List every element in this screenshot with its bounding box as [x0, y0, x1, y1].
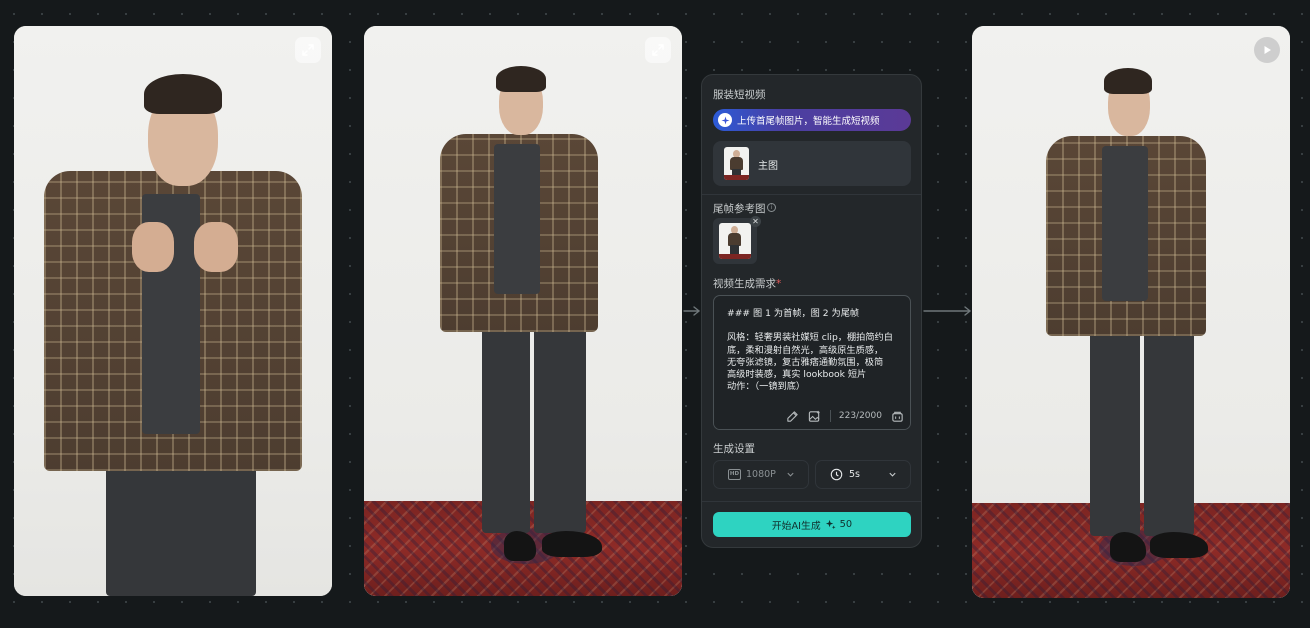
duration-value: 5s — [849, 469, 860, 480]
upload-hint-pill[interactable]: 上传首尾帧图片，智能生成短视频 — [713, 109, 911, 131]
clock-icon — [830, 468, 843, 481]
main-image-thumbnail — [724, 147, 749, 180]
generate-label: 开始AI生成 — [771, 520, 821, 532]
video-requirement-label: 视频生成需求* — [713, 276, 781, 291]
generated-video-card[interactable] — [972, 26, 1290, 598]
output-connector-arrow — [923, 306, 972, 316]
prompt-line: ### 图 1 为首帧，图 2 为尾帧 — [727, 308, 860, 319]
remove-reference-button[interactable]: ✕ — [750, 216, 761, 227]
sparkle-icon — [825, 519, 836, 530]
end-frame-label: 尾帧参考图 — [713, 203, 766, 215]
generation-settings-label: 生成设置 — [713, 443, 755, 455]
prompt-line: 高级时装感，真实 lookbook 短片 — [727, 369, 867, 380]
duration-select[interactable]: 5s — [815, 460, 911, 489]
start-ai-generate-button[interactable]: 开始AI生成 50 — [713, 512, 911, 537]
upload-hint-text: 上传首尾帧图片，智能生成短视频 — [737, 116, 880, 127]
hd-badge-icon: HD — [728, 469, 741, 480]
video-requirement-text: 视频生成需求 — [713, 278, 776, 290]
prompt-line: 底，柔和漫射自然光，高级原生质感， — [727, 344, 884, 356]
chevron-down-icon — [787, 472, 794, 477]
video-generation-panel: 服装短视频 上传首尾帧图片，智能生成短视频 主图 尾帧参考图 i ✕ 视频生成需… — [701, 74, 922, 548]
end-frame-image-card[interactable] — [364, 26, 682, 596]
panel-title: 服装短视频 — [713, 89, 766, 101]
generate-credit-cost: 50 — [839, 519, 853, 530]
end-frame-thumbnail — [719, 223, 751, 259]
expand-button[interactable] — [645, 37, 671, 63]
first-frame-image-card[interactable] — [14, 26, 332, 596]
model-figure-closeup — [14, 26, 332, 596]
chevron-down-icon — [889, 472, 896, 477]
clear-text-icon[interactable] — [890, 409, 904, 423]
resolution-value: 1080P — [746, 469, 776, 480]
prompt-textarea[interactable]: ### 图 1 为首帧，图 2 为尾帧 风格：轻奢男装社媒短 clip，棚拍简约… — [713, 295, 911, 430]
expand-button[interactable] — [295, 37, 321, 63]
input-connector-arrow — [683, 306, 701, 316]
play-icon — [1264, 46, 1271, 54]
prompt-line: 风格：轻奢男装社媒短 clip，棚拍简约白 — [727, 332, 893, 344]
expand-icon — [652, 44, 664, 56]
main-image-slot[interactable]: 主图 — [713, 141, 911, 186]
divider — [702, 501, 921, 502]
main-image-label: 主图 — [758, 161, 778, 172]
resolution-select[interactable]: HD 1080P — [713, 460, 809, 489]
required-mark: * — [776, 278, 782, 290]
image-insert-icon[interactable] — [808, 409, 822, 423]
divider — [702, 194, 921, 195]
prompt-line-gap — [727, 320, 900, 332]
sparkle-icon — [718, 113, 732, 127]
model-figure-standing — [972, 26, 1290, 598]
edit-icon[interactable] — [786, 409, 800, 423]
info-icon[interactable]: i — [767, 203, 776, 212]
toolbar-separator — [829, 410, 831, 422]
prompt-line: 动作：（一镜到底） — [727, 381, 806, 393]
expand-icon — [302, 44, 314, 56]
play-button[interactable] — [1254, 37, 1280, 63]
model-figure-standing — [364, 26, 682, 596]
character-count: 223/2000 — [838, 411, 882, 421]
textarea-toolbar: 223/2000 — [714, 409, 910, 423]
prompt-line: 无夸张滤镜，复古雅痞通勤氛围，极简 — [727, 356, 884, 368]
